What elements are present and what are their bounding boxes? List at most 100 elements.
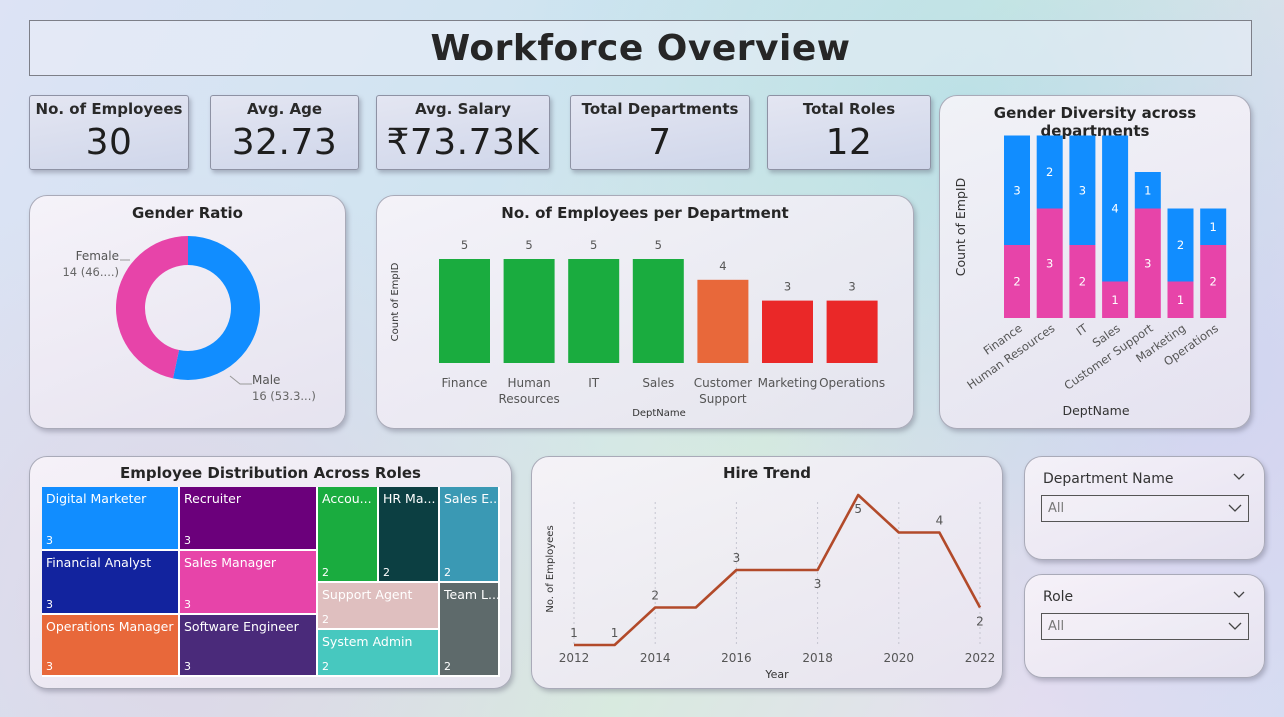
gender-diversity-chart: 23Finance32Human Resources23IT14Sales31C… — [953, 135, 1227, 418]
treemap-cell-label: HR Ma... — [383, 491, 436, 506]
treemap-cell[interactable]: Operations Manager 3 — [42, 615, 180, 677]
stack-female-label: 1 — [1111, 293, 1118, 307]
treemap-cell[interactable]: Team L... 2 — [440, 583, 500, 677]
hire-trend-chart: 2012 2014 2016 2018 2020 2022 1 1 2 3 3 5 4 2 Year No. … — [545, 493, 996, 681]
x-tick-label: Operations — [819, 376, 885, 390]
treemap-cell-label: Sales Manager — [184, 555, 277, 570]
treemap-cell[interactable]: HR Ma... 2 — [379, 487, 440, 583]
stack-male-label: 3 — [1079, 183, 1086, 197]
treemap-cell-value: 3 — [46, 660, 53, 673]
treemap-cell[interactable]: Sales E... 2 — [440, 487, 500, 583]
kpi-roles-label: Total Roles — [802, 100, 896, 118]
kpi-departments-label: Total Departments — [581, 100, 739, 118]
bar-value-label: 5 — [525, 238, 532, 252]
x-tick-label: Finance — [442, 376, 488, 390]
x-tick-label: Support — [699, 392, 747, 406]
x-axis-label: DeptName — [632, 408, 686, 419]
male-leader-line — [229, 375, 252, 385]
treemap-cell-label: Software Engineer — [184, 619, 299, 634]
donut-slice-female — [116, 236, 188, 379]
treemap-cell-value: 3 — [184, 534, 191, 547]
treemap-cell[interactable]: Financial Analyst 3 — [42, 551, 180, 615]
x-tick-label: 2020 — [884, 651, 915, 665]
treemap-cell-value: 3 — [46, 534, 53, 547]
stack-female-label: 2 — [1210, 275, 1217, 289]
dept-bar-panel[interactable]: No. of Employees per Department 5 Finance… — [376, 195, 914, 429]
point-label: 2 — [651, 589, 659, 603]
kpi-avg-salary-card[interactable]: Avg. Salary ₹73.73K — [376, 95, 550, 170]
treemap-cell[interactable]: Recruiter 3 — [180, 487, 318, 551]
x-axis-label: Year — [764, 668, 789, 681]
treemap-cell-value: 2 — [444, 660, 451, 673]
chevron-down-icon[interactable] — [1232, 469, 1246, 483]
point-label: 1 — [570, 626, 578, 640]
role-dropdown[interactable]: All — [1041, 613, 1249, 640]
treemap-cell-label: Digital Marketer — [46, 491, 147, 506]
bar-value-label: 5 — [655, 238, 662, 252]
x-tick-label: 2022 — [965, 651, 996, 665]
point-label: 2 — [976, 615, 984, 629]
hire-trend-line — [574, 493, 982, 647]
x-tick-label: 2016 — [721, 651, 752, 665]
role-slicer[interactable]: Role All — [1024, 574, 1265, 678]
x-tick-label: Marketing — [758, 376, 818, 390]
y-axis-label: Count of EmpID — [390, 262, 401, 341]
treemap-cell-value: 3 — [184, 660, 191, 673]
treemap-cell-value: 2 — [322, 566, 329, 579]
treemap-cell-value: 2 — [444, 566, 451, 579]
x-tick-label: Human — [507, 376, 550, 390]
stack-male-label: 1 — [1144, 183, 1151, 197]
department-dropdown[interactable]: All — [1041, 495, 1249, 522]
kpi-employees-label: No. of Employees — [35, 100, 183, 118]
roles-treemap-panel[interactable]: Employee Distribution Across Roles Digit… — [29, 456, 512, 689]
gender-ratio-chart: Male 16 (53.3...) Female 14 (46....) — [62, 236, 316, 403]
bar-value-label: 3 — [848, 280, 855, 294]
gender-diversity-panel[interactable]: Gender Diversity across departments 2 3 Fi… — [939, 95, 1251, 429]
treemap-cell[interactable]: Sales Manager 3 — [180, 551, 318, 615]
kpi-avg-salary-value: ₹73.73K — [386, 122, 540, 163]
point-label: 5 — [854, 502, 862, 516]
treemap-cell[interactable]: Support Agent 2 — [318, 583, 440, 630]
treemap-cell[interactable]: Software Engineer 3 — [180, 615, 318, 677]
treemap-cell[interactable]: Accou... 2 — [318, 487, 379, 583]
stack-male-label: 4 — [1111, 202, 1118, 216]
bar-value-label: 5 — [461, 238, 468, 252]
kpi-departments-value: 7 — [648, 122, 672, 163]
stack-male-label: 3 — [1013, 183, 1020, 197]
x-tick-label: Customer — [694, 376, 752, 390]
bar-2 — [503, 259, 555, 363]
treemap-cell-label: Recruiter — [184, 491, 241, 506]
dept-bar-chart: 5 Finance 5 Human Resources 5 IT 5 Sales 4 Custome… — [390, 238, 885, 419]
treemap-cell-value: 2 — [322, 660, 329, 673]
gender-ratio-panel[interactable]: Gender Ratio Male 16 (53.3...) Female 14 (4… — [29, 195, 346, 429]
treemap-cell-value: 2 — [383, 566, 390, 579]
chevron-down-icon[interactable] — [1232, 587, 1246, 601]
stack-female-label: 2 — [1013, 275, 1020, 289]
kpi-employees-card[interactable]: No. of Employees 30 — [29, 95, 189, 170]
treemap-cell[interactable]: Digital Marketer 3 — [42, 487, 180, 551]
treemap-cell-label: Sales E... — [444, 491, 500, 506]
x-axis-label: DeptName — [1062, 403, 1129, 418]
stack-male-label: 2 — [1046, 165, 1053, 179]
kpi-departments-card[interactable]: Total Departments 7 — [570, 95, 750, 170]
kpi-roles-value: 12 — [825, 122, 873, 163]
kpi-roles-card[interactable]: Total Roles 12 — [767, 95, 931, 170]
department-slicer[interactable]: Department Name All — [1024, 456, 1265, 560]
stack-female-label: 3 — [1046, 256, 1053, 270]
stack-female-label: 1 — [1177, 293, 1184, 307]
role-dropdown-value: All — [1048, 619, 1065, 634]
hire-trend-panel[interactable]: Hire Trend 2012 2014 2016 2018 2020 2022 1 1 2 3 3… — [531, 456, 1003, 689]
department-dropdown-value: All — [1048, 501, 1065, 516]
stack-male-label: 1 — [1210, 220, 1217, 234]
stack-male-label: 2 — [1177, 238, 1184, 252]
kpi-employees-value: 30 — [85, 122, 133, 163]
bar-7 — [826, 300, 878, 363]
treemap-cell-label: Operations Manager — [46, 619, 174, 634]
x-tick-label: Resources — [498, 392, 559, 406]
kpi-avg-age-card[interactable]: Avg. Age 32.73 — [210, 95, 359, 170]
bar-value-label: 5 — [590, 238, 597, 252]
point-label: 3 — [814, 577, 822, 591]
bar-5 — [697, 279, 749, 363]
treemap-cell[interactable]: System Admin 2 — [318, 630, 440, 677]
point-label: 4 — [936, 514, 944, 528]
